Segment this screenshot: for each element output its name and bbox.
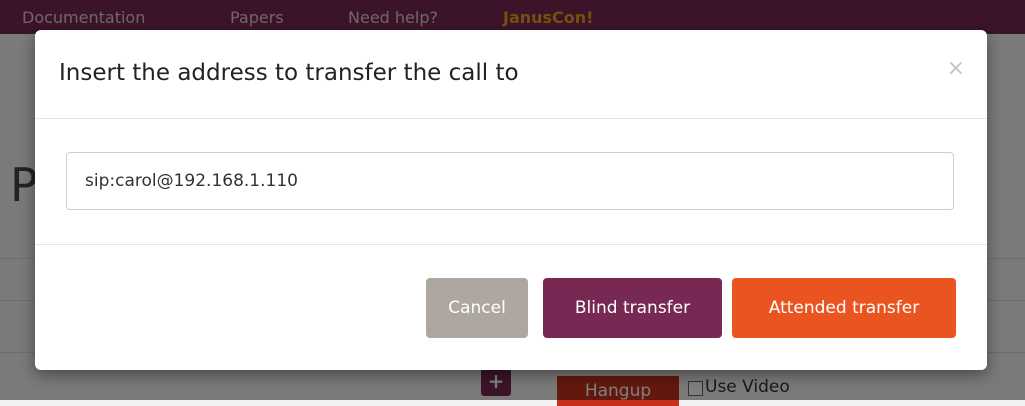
transfer-address-input[interactable] bbox=[66, 152, 954, 210]
close-icon[interactable]: × bbox=[947, 58, 965, 80]
modal-body bbox=[35, 119, 987, 245]
blind-transfer-button[interactable]: Blind transfer bbox=[543, 278, 722, 338]
attended-transfer-button[interactable]: Attended transfer bbox=[732, 278, 956, 338]
modal-title: Insert the address to transfer the call … bbox=[59, 60, 519, 86]
modal-footer: Cancel Blind transfer Attended transfer bbox=[35, 245, 987, 370]
modal-header: Insert the address to transfer the call … bbox=[35, 30, 987, 119]
transfer-dialog: Insert the address to transfer the call … bbox=[35, 30, 987, 370]
cancel-button[interactable]: Cancel bbox=[426, 278, 528, 338]
